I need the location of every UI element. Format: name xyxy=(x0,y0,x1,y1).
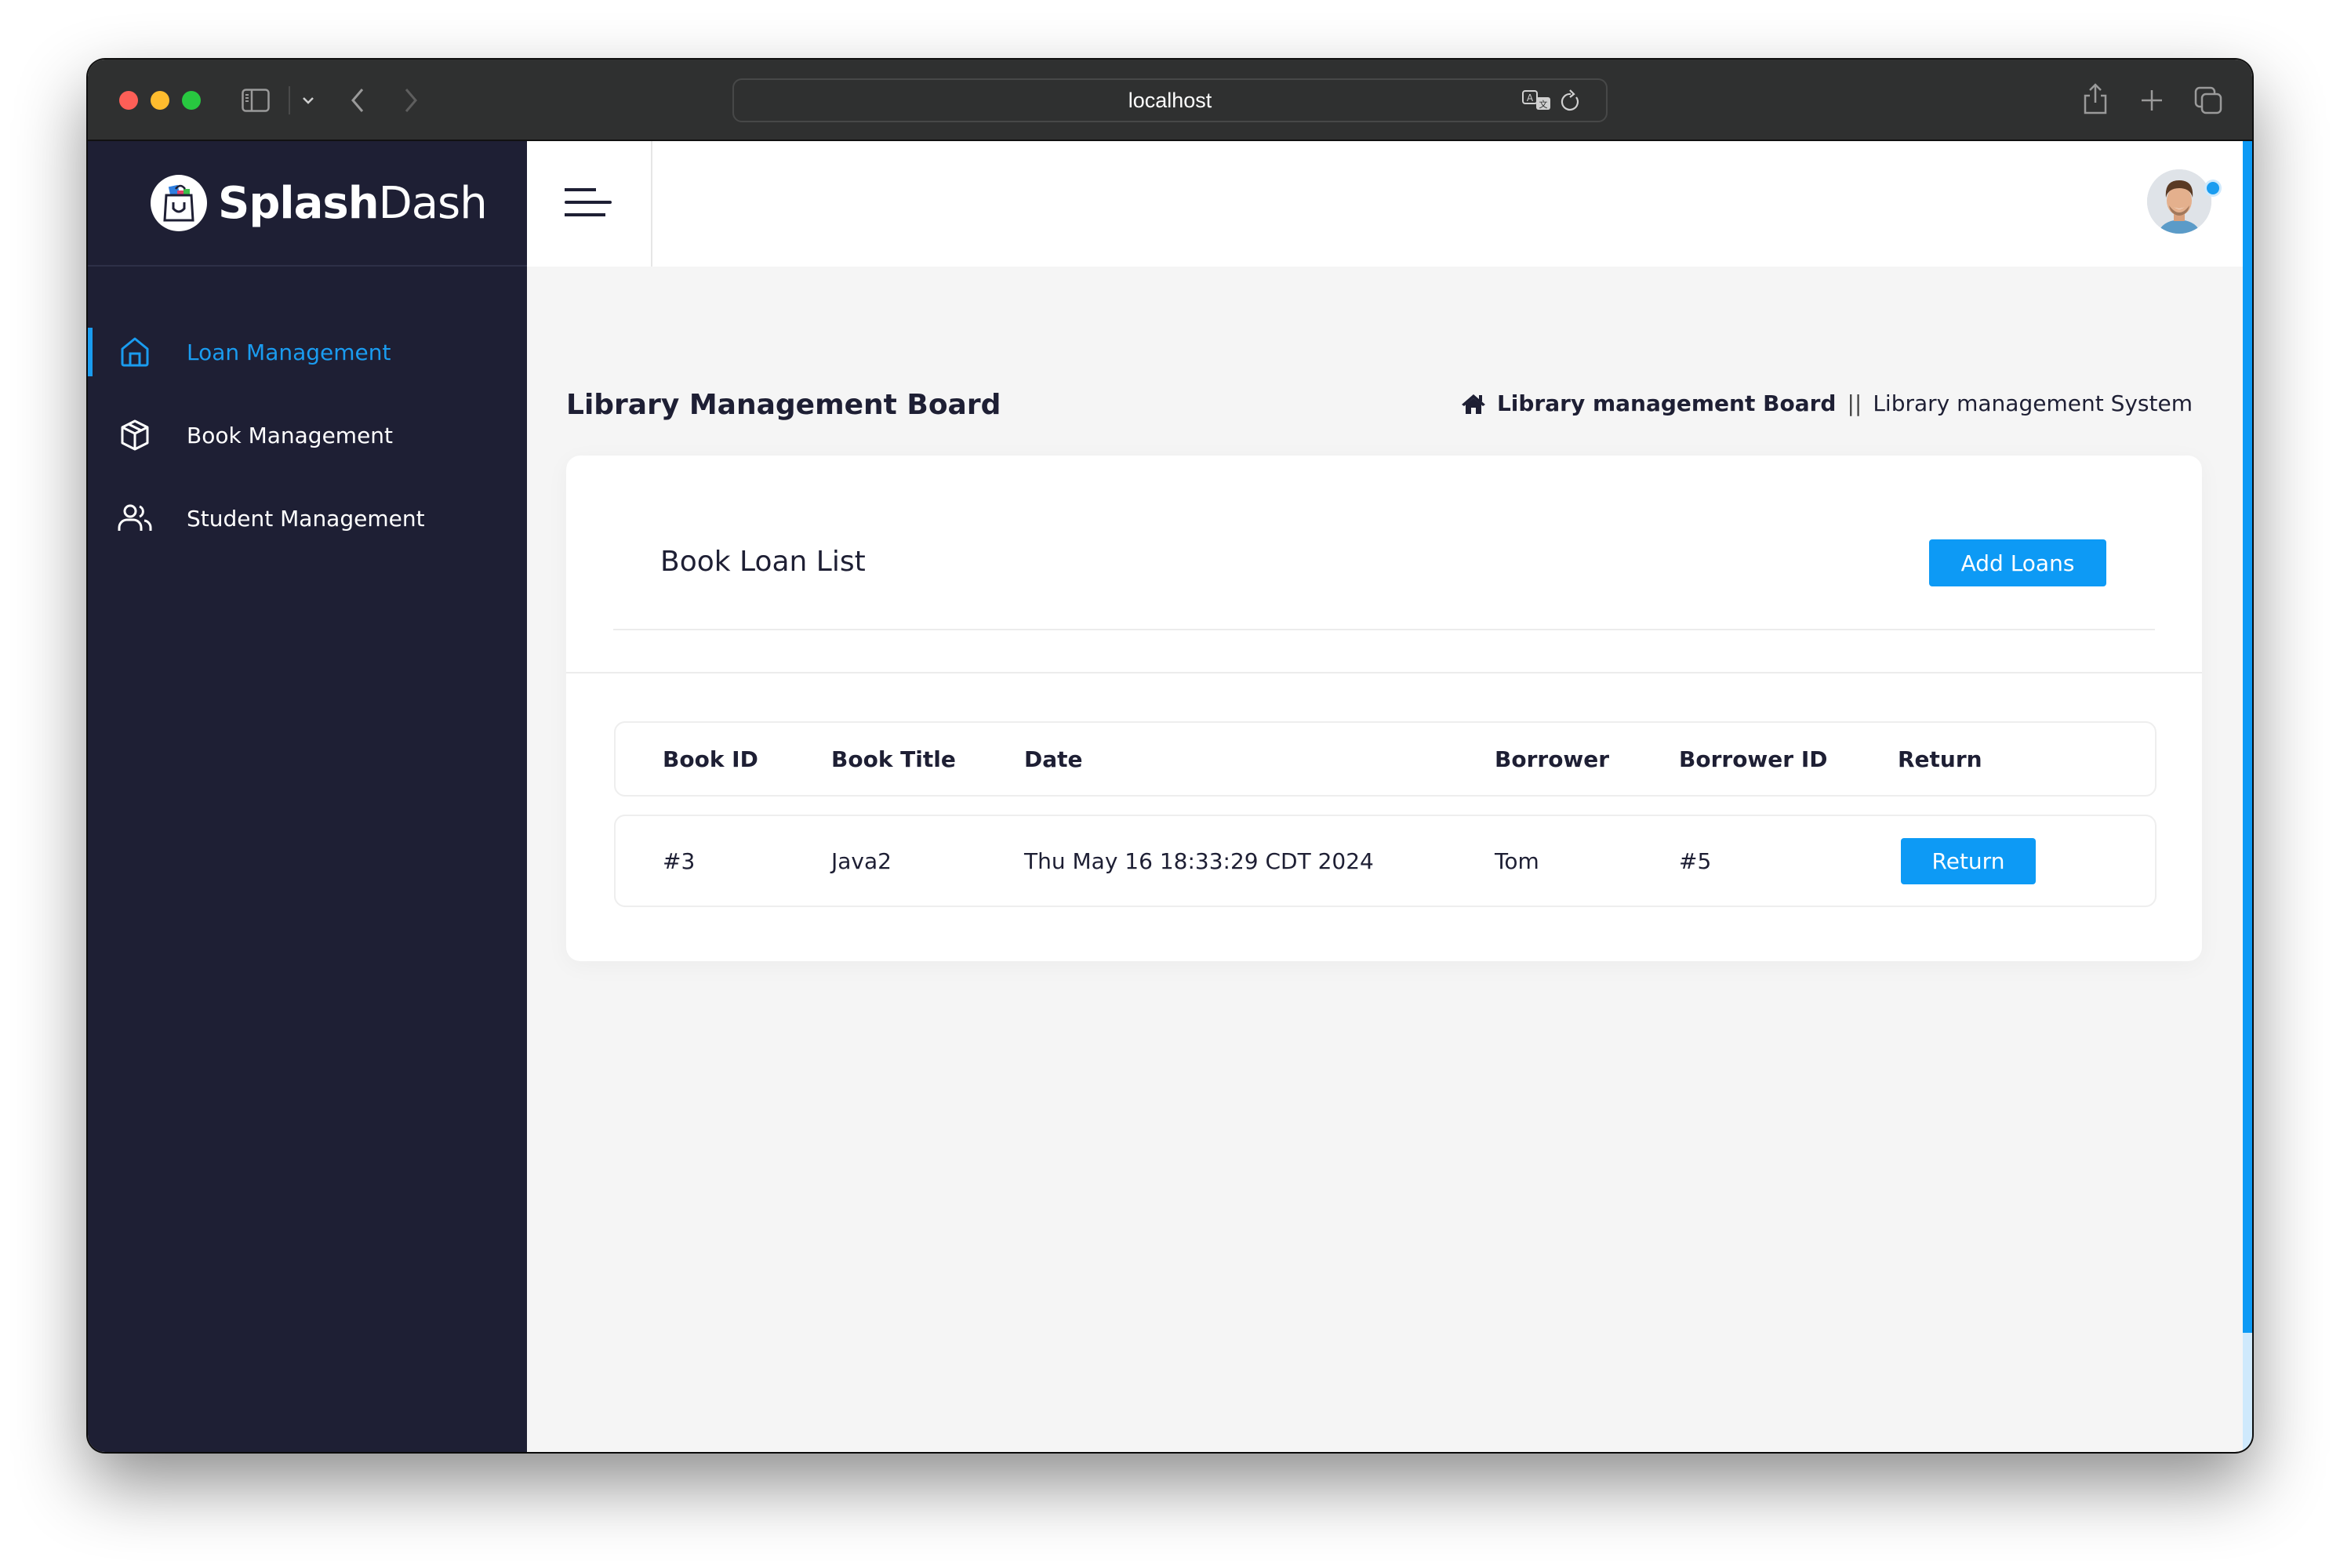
breadcrumb-parent[interactable]: Library management System xyxy=(1873,390,2193,416)
cell-book-title: Java2 xyxy=(831,848,892,874)
shopping-bag-icon xyxy=(151,175,207,231)
column-header-date: Date xyxy=(1024,746,1083,772)
close-window-button[interactable] xyxy=(119,91,138,110)
minimize-window-button[interactable] xyxy=(151,91,169,110)
home-icon[interactable] xyxy=(1461,393,1486,415)
scrollbar-thumb[interactable] xyxy=(2243,141,2252,1333)
cell-borrower: Tom xyxy=(1495,848,1539,874)
url-text: localhost xyxy=(1128,89,1212,112)
svg-text:A: A xyxy=(1527,93,1534,103)
menu-toggle-button[interactable] xyxy=(527,141,652,267)
maximize-window-button[interactable] xyxy=(182,91,201,110)
browser-titlebar: localhost A文 xyxy=(88,60,2252,141)
column-header-borrower: Borrower xyxy=(1495,746,1610,772)
return-button[interactable]: Return xyxy=(1901,837,2036,884)
page-title: Library Management Board xyxy=(566,389,1001,421)
top-header xyxy=(527,141,2243,267)
brand-name-regular: Dash xyxy=(378,177,488,229)
svg-text:文: 文 xyxy=(1539,99,1548,110)
table-header-row: Book ID Book Title Date Borrower Borrowe… xyxy=(614,721,2157,797)
card-header: Book Loan List Add Loans xyxy=(566,456,2202,673)
users-icon xyxy=(118,501,152,535)
sidebar-item-label: Student Management xyxy=(187,505,425,532)
sidebar-item-label: Loan Management xyxy=(187,339,391,365)
card-divider xyxy=(613,629,2155,630)
sidebar-toggle-icon[interactable] xyxy=(240,86,271,114)
brand-name-bold: Splash xyxy=(218,177,380,229)
tabs-overview-icon[interactable] xyxy=(2193,85,2224,116)
column-header-return: Return xyxy=(1898,746,1982,772)
online-status-indicator xyxy=(2207,182,2219,194)
page-scrollbar[interactable] xyxy=(2243,141,2252,1452)
sidebar-item-book-management[interactable]: Book Management xyxy=(88,411,527,459)
sidebar-item-label: Book Management xyxy=(187,422,394,448)
breadcrumb-separator: || xyxy=(1847,390,1862,416)
cell-borrower-id: #5 xyxy=(1679,848,1712,874)
brand-name: SplashDash xyxy=(218,177,488,229)
sidebar-item-student-management[interactable]: Student Management xyxy=(88,494,527,543)
toolbar-divider xyxy=(289,86,290,114)
forward-icon[interactable] xyxy=(397,86,425,114)
add-loans-button[interactable]: Add Loans xyxy=(1929,539,2106,586)
sidebar: SplashDash Loan Management Book Manageme… xyxy=(88,141,527,1452)
chevron-down-icon[interactable] xyxy=(296,91,320,110)
home-icon xyxy=(118,335,152,369)
table-row: #3 Java2 Thu May 16 18:33:29 CDT 2024 To… xyxy=(614,815,2157,907)
column-header-book-id: Book ID xyxy=(663,746,758,772)
brand-logo[interactable]: SplashDash xyxy=(88,141,527,267)
hamburger-icon xyxy=(565,187,613,220)
user-avatar[interactable] xyxy=(2147,169,2211,234)
back-icon[interactable] xyxy=(343,86,372,114)
book-loan-card: Book Loan List Add Loans Book ID Book Ti… xyxy=(566,456,2202,961)
column-header-book-title: Book Title xyxy=(831,746,956,772)
new-tab-icon[interactable] xyxy=(2138,86,2166,114)
cell-date: Thu May 16 18:33:29 CDT 2024 xyxy=(1024,848,1374,874)
sidebar-nav: Loan Management Book Management Student … xyxy=(88,328,527,543)
browser-window: localhost A文 SplashDash Loan Management … xyxy=(88,60,2252,1452)
address-bar[interactable]: localhost A文 xyxy=(732,78,1608,122)
translate-icon[interactable]: A文 xyxy=(1521,88,1553,114)
card-title: Book Loan List xyxy=(660,546,866,578)
reload-icon[interactable] xyxy=(1557,88,1584,114)
share-icon[interactable] xyxy=(2080,80,2111,118)
breadcrumb: Library management Board || Library mana… xyxy=(1461,390,2193,416)
box-icon xyxy=(118,418,152,452)
breadcrumb-current[interactable]: Library management Board xyxy=(1497,390,1836,416)
column-header-borrower-id: Borrower ID xyxy=(1679,746,1828,772)
cell-return: Return xyxy=(1901,816,2036,906)
cell-book-id: #3 xyxy=(663,848,696,874)
main-content: Library Management Board Library managem… xyxy=(527,267,2243,1452)
sidebar-item-loan-management[interactable]: Loan Management xyxy=(88,328,527,376)
